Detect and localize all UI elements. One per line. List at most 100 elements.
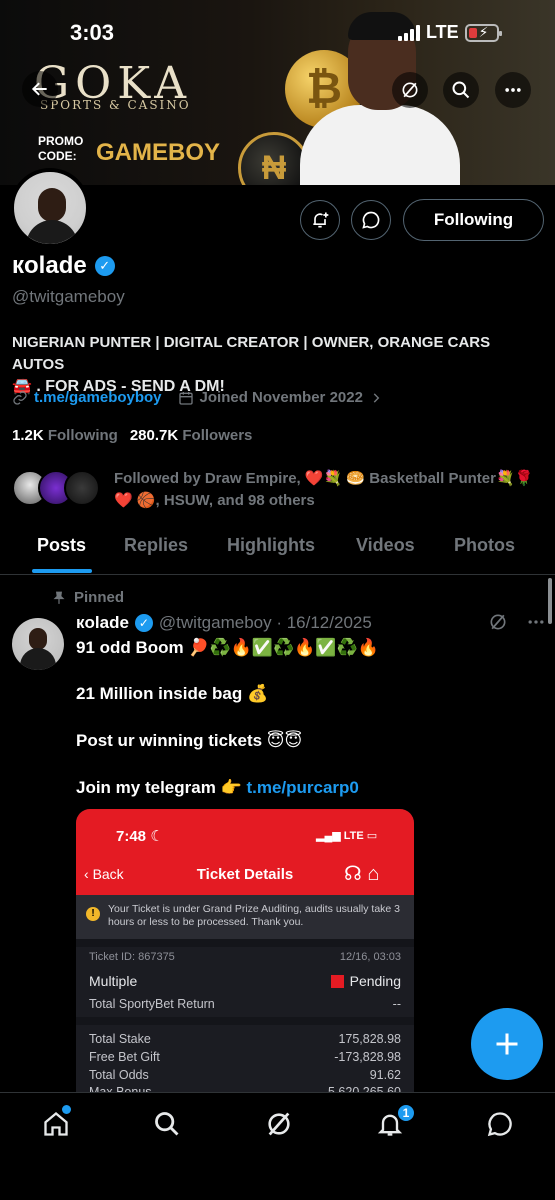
back-button[interactable] [22,71,58,107]
pin-icon [53,591,65,604]
more-options-button[interactable] [495,72,531,108]
ticket-id: Ticket ID: 867375 [89,951,175,963]
joined-date: Joined November 2022 [199,389,363,406]
post-text-line-4: Join my telegram 👉 t.me/purcarp0 [76,778,359,798]
bio-line-1: NIGERIAN PUNTER | DIGITAL CREATOR | OWNE… [12,334,491,373]
ticket-stake-value: 175,828.98 [338,1032,401,1046]
banner-promo-code: GAMEBOY [96,139,221,166]
post-telegram-link[interactable]: t.me/purcarp0 [246,778,358,797]
post-text-line-4-text: Join my telegram 👉 [76,778,247,797]
post-image-ticket[interactable]: 7:48 ☾ ▂▄▆ LTE ▭ Ticket Details ‹ Back ☊… [76,809,414,1094]
plus-icon [496,1033,518,1055]
message-button[interactable] [351,200,391,240]
post-author-avatar[interactable] [12,618,64,670]
ticket-stake-row: Total Stake 175,828.98 [89,1032,401,1046]
calendar-icon [178,391,193,405]
verified-badge-icon[interactable]: ✓ [94,256,115,276]
scrollbar[interactable] [548,578,552,624]
ticket-status-time: 7:48 ☾ [116,828,164,845]
search-icon [452,81,470,99]
post-text-line-1: 91 odd Boom 🏓♻️🔥✅♻️🔥✅♻️🔥 [76,638,379,657]
ticket-gift-label: Free Bet Gift [89,1050,160,1064]
tab-replies[interactable]: Replies [124,535,188,556]
ticket-back-text: Back [92,866,124,882]
ticket-gift-value: -173,828.98 [334,1050,401,1064]
following-count-link[interactable]: 1.2K Following [12,427,118,444]
post-header: кoladе ✓ @twitgameboy · 16/12/2025 [76,613,372,633]
bottom-navigation: 1 [0,1092,555,1200]
arrow-left-icon [31,82,47,96]
ticket-odds-row: Total Odds 91.62 [89,1068,401,1082]
tab-highlights[interactable]: Highlights [227,535,315,556]
network-label: LTE [426,22,459,42]
link-icon [13,390,27,405]
status-time: 3:03 [70,20,115,45]
following-count: 1.2K [12,427,44,444]
more-horizontal-icon [505,88,521,92]
ticket-stake-label: Total Stake [89,1032,151,1046]
ticket-status-text: Pending [349,973,401,989]
more-horizontal-icon[interactable] [526,612,546,632]
ticket-header-icons: ☊ ⌂ [344,861,379,886]
followed-by-text: Followed by Draw Empire, ❤️💐 🥯 Basketbal… [114,470,534,509]
ticket-odds-value: 91.62 [369,1068,401,1082]
info-icon: ! [86,907,100,921]
post-verified-badge-icon: ✓ [134,614,153,632]
grok-icon[interactable] [488,612,508,632]
nav-search[interactable] [150,1107,184,1141]
grok-icon [402,82,418,98]
ticket-date: 12/16, 03:03 [339,951,401,963]
search-icon [155,1112,179,1136]
profile-tabs: Posts Replies Highlights Videos Photos [0,525,555,575]
post-text-line-2: 21 Million inside bag 💰 [76,684,269,703]
home-icon: ⌂ [367,863,380,885]
compose-post-button[interactable] [471,1008,543,1080]
profile-avatar[interactable] [10,168,90,248]
ticket-status-network: ▂▄▆ LTE ▭ [316,830,378,842]
grok-icon [268,1112,290,1136]
ticket-notice-text: Your Ticket is under Grand Prize Auditin… [108,903,401,928]
battery-icon: ⚡ [464,23,502,42]
display-name: кoladе ✓ [12,252,115,280]
ticket-return-value: -- [392,997,401,1011]
profile-link[interactable]: t.me/gameboyboy [34,389,162,406]
pinned-text: Pinned [74,589,125,606]
ticket-odds-label: Total Odds [89,1068,149,1082]
status-indicators: LTE ⚡ [398,22,502,43]
tab-videos[interactable]: Videos [356,535,415,556]
tab-photos[interactable]: Photos [454,535,515,556]
chevron-right-icon[interactable] [369,391,383,405]
ticket-gift-row: Free Bet Gift -173,828.98 [89,1050,401,1064]
ticket-status: Pending [330,973,401,989]
banner-brand-sub: SPORTS & CASINO [40,98,191,112]
profile-handle: @twitgameboy [12,287,125,306]
signal-icon [398,24,420,41]
ticket-return-label: Total SportyBet Return [89,997,215,1011]
post-author-name[interactable]: кoladе [76,613,129,633]
nav-messages[interactable] [483,1107,517,1141]
headset-icon: ☊ [344,863,362,885]
grok-button[interactable] [392,72,428,108]
search-button[interactable] [443,72,479,108]
follow-counts: 1.2K Following 280.7K Followers [12,427,252,444]
ticket-time-text: 7:48 [116,828,147,845]
post-tools [488,612,546,632]
followed-by-row[interactable]: Followed by Draw Empire, ❤️💐 🥯 Basketbal… [12,468,542,512]
pinned-label: Pinned [52,589,124,606]
ticket-type-row: Multiple Pending [89,973,401,989]
home-icon [44,1111,68,1136]
followers-label: Followers [182,427,253,444]
notifications-subscribe-button[interactable] [300,200,340,240]
banner-promo-label: PROMO CODE: [38,134,84,163]
nav-grok[interactable] [262,1107,296,1141]
tab-posts[interactable]: Posts [37,535,86,556]
following-label: Following [47,427,118,444]
ticket-bet-type: Multiple [89,973,138,989]
following-button[interactable]: Following [403,199,544,241]
followers-count-link[interactable]: 280.7K Followers [130,427,253,444]
post-handle-date: @twitgameboy · 16/12/2025 [158,613,372,632]
bell-plus-icon [313,212,329,228]
chat-bubble-icon [362,211,380,229]
active-tab-indicator [32,569,92,573]
ticket-network-text: LTE [343,830,364,842]
